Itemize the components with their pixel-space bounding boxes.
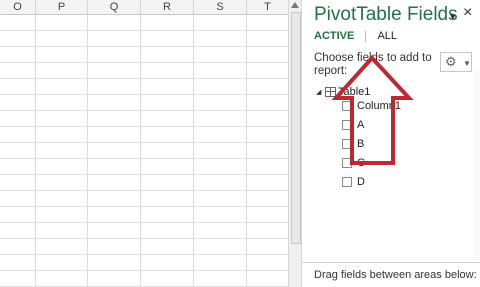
field-list: ◢ Table1 Column1 A B C D: [314, 86, 474, 188]
field-label: B: [357, 138, 365, 150]
field-label: C: [357, 157, 365, 169]
field-label: A: [357, 119, 365, 131]
grid-line: [87, 14, 88, 287]
table-name: Table1: [338, 86, 371, 98]
collapse-triangle-icon[interactable]: ◢: [316, 88, 321, 96]
grid-line: [140, 14, 141, 287]
pane-tabs: ACTIVE ALL: [314, 30, 397, 42]
grid-line: [0, 222, 288, 223]
tab-divider: [365, 30, 367, 42]
tools-button[interactable]: ⚙ ▼: [440, 52, 472, 72]
grid-line: [0, 126, 288, 127]
pivottable-fields-pane: PivotTable Fields ▾ × ACTIVE ALL Choose …: [302, 0, 480, 287]
grid-line: [0, 190, 288, 191]
tab-active[interactable]: ACTIVE: [314, 30, 354, 42]
column-headers: O P Q R S T: [0, 0, 288, 15]
pane-options-dropdown-icon[interactable]: ▾: [450, 10, 456, 23]
scroll-thumb[interactable]: [291, 12, 301, 244]
column-header-p[interactable]: P: [36, 0, 88, 14]
pane-scrollbar[interactable]: [474, 70, 480, 260]
grid-line: [246, 14, 247, 287]
grid-line: [0, 62, 288, 63]
column-header-t[interactable]: T: [247, 0, 288, 14]
column-header-r[interactable]: R: [141, 0, 194, 14]
field-checkbox[interactable]: [342, 120, 352, 130]
column-header-o[interactable]: O: [0, 0, 36, 14]
grid-line: [0, 110, 288, 111]
choose-fields-label: Choose fields to add to report:: [314, 52, 432, 77]
grid-line: [0, 94, 288, 95]
scroll-up-arrow-icon[interactable]: [291, 2, 299, 8]
table-node[interactable]: ◢ Table1: [314, 86, 474, 100]
drag-fields-label: Drag fields between areas below:: [314, 269, 477, 281]
pane-divider: [302, 262, 480, 263]
grid-line: [0, 78, 288, 79]
chevron-down-icon: ▼: [463, 59, 471, 68]
field-checkbox[interactable]: [342, 101, 352, 111]
grid-line: [0, 174, 288, 175]
grid-line: [193, 14, 194, 287]
field-checkbox[interactable]: [342, 177, 352, 187]
spreadsheet-grid[interactable]: O P Q R S T: [0, 0, 288, 287]
grid-line: [0, 46, 288, 47]
grid-line: [0, 158, 288, 159]
grid-line: [0, 238, 288, 239]
column-header-s[interactable]: S: [194, 0, 247, 14]
pane-title: PivotTable Fields: [314, 4, 458, 25]
grid-line: [0, 270, 288, 271]
grid-line: [0, 254, 288, 255]
grid-line: [0, 142, 288, 143]
table-icon: [325, 87, 336, 97]
grid-line: [0, 30, 288, 31]
tab-all[interactable]: ALL: [377, 30, 397, 42]
grid-line: [0, 206, 288, 207]
field-checkbox[interactable]: [342, 139, 352, 149]
field-checkbox[interactable]: [342, 158, 352, 168]
vertical-scrollbar[interactable]: [288, 0, 302, 287]
field-label: D: [357, 176, 365, 188]
grid-line: [35, 14, 36, 287]
column-header-q[interactable]: Q: [88, 0, 141, 14]
gear-icon: ⚙: [445, 54, 457, 69]
field-label: Column1: [357, 100, 402, 112]
close-icon[interactable]: ×: [463, 4, 472, 22]
